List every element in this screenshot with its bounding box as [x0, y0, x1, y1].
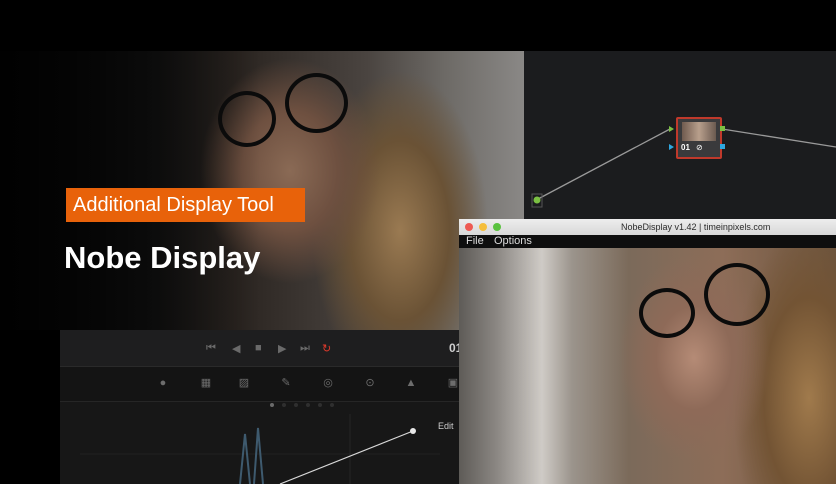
curves-graph[interactable]	[80, 414, 440, 484]
curves-icon[interactable]: ▨	[236, 375, 252, 391]
transport-bar: ⏮ ◀ ■ ▶ ⏭ ↻ 01	[60, 330, 462, 367]
edit-label: Edit	[438, 421, 454, 431]
play-icon[interactable]: ▶	[278, 342, 286, 355]
play-reverse-icon[interactable]: ◀	[232, 342, 240, 355]
node-output-blue[interactable]	[720, 144, 725, 149]
stop-icon[interactable]: ■	[255, 342, 262, 354]
node-label: 01	[681, 143, 690, 152]
node-input-blue[interactable]	[669, 144, 674, 150]
window-title: NobeDisplay v1.42 | timeinpixels.com	[621, 222, 771, 232]
blur-icon[interactable]: ⊙	[362, 375, 378, 391]
loop-icon[interactable]: ↻	[322, 342, 331, 355]
tool-palette: ● ▦ ▨ ✎ ◎ ⊙ ▲ ▣	[60, 367, 460, 402]
feature-badge: Additional Display Tool	[66, 188, 305, 222]
skip-back-icon[interactable]: ⏮	[206, 342, 216, 355]
display-glasses-right	[704, 263, 770, 326]
node-input-green[interactable]	[669, 126, 674, 132]
page-dot-1[interactable]	[270, 403, 274, 407]
curve-handle[interactable]	[410, 428, 416, 434]
zoom-button[interactable]	[493, 223, 501, 231]
page-dot-3[interactable]	[294, 403, 298, 407]
nobe-display-window: NobeDisplay v1.42 | timeinpixels.com Fil…	[459, 219, 836, 484]
page-dot-6[interactable]	[330, 403, 334, 407]
viewer-glasses-left	[218, 91, 276, 147]
minimize-button[interactable]	[479, 223, 487, 231]
page-dot-5[interactable]	[318, 403, 322, 407]
close-button[interactable]	[465, 223, 473, 231]
menu-bar: File Options	[459, 235, 836, 248]
display-glasses-left	[639, 288, 695, 338]
product-title: Nobe Display	[64, 240, 261, 275]
window-icon[interactable]: ▦	[198, 375, 214, 391]
window-titlebar[interactable]: NobeDisplay v1.42 | timeinpixels.com	[459, 219, 836, 235]
viewer-glasses-right	[285, 73, 348, 133]
key-icon[interactable]: ▲	[403, 375, 419, 391]
skip-forward-icon[interactable]: ⏭	[300, 342, 310, 355]
node-graph[interactable]: 01 ⊘	[524, 51, 836, 219]
color-panel: ⏮ ◀ ■ ▶ ⏭ ↻ 01 ● ▦ ▨ ✎ ◎ ⊙ ▲ ▣ Edit	[60, 330, 462, 484]
display-image	[459, 248, 836, 484]
node-thumbnail	[682, 122, 716, 141]
menu-file[interactable]: File	[466, 235, 484, 248]
page-dot-4[interactable]	[306, 403, 310, 407]
color-node-01[interactable]: 01 ⊘	[676, 117, 722, 159]
node-output-green[interactable]	[720, 126, 725, 131]
menu-options[interactable]: Options	[494, 235, 532, 248]
picker-icon[interactable]: ●	[155, 375, 171, 391]
qualifier-icon[interactable]: ✎	[278, 375, 294, 391]
tracker-icon[interactable]: ◎	[320, 375, 336, 391]
top-letterbox	[0, 0, 836, 51]
page-dot-2[interactable]	[282, 403, 286, 407]
node-effect-icon: ⊘	[696, 143, 703, 152]
